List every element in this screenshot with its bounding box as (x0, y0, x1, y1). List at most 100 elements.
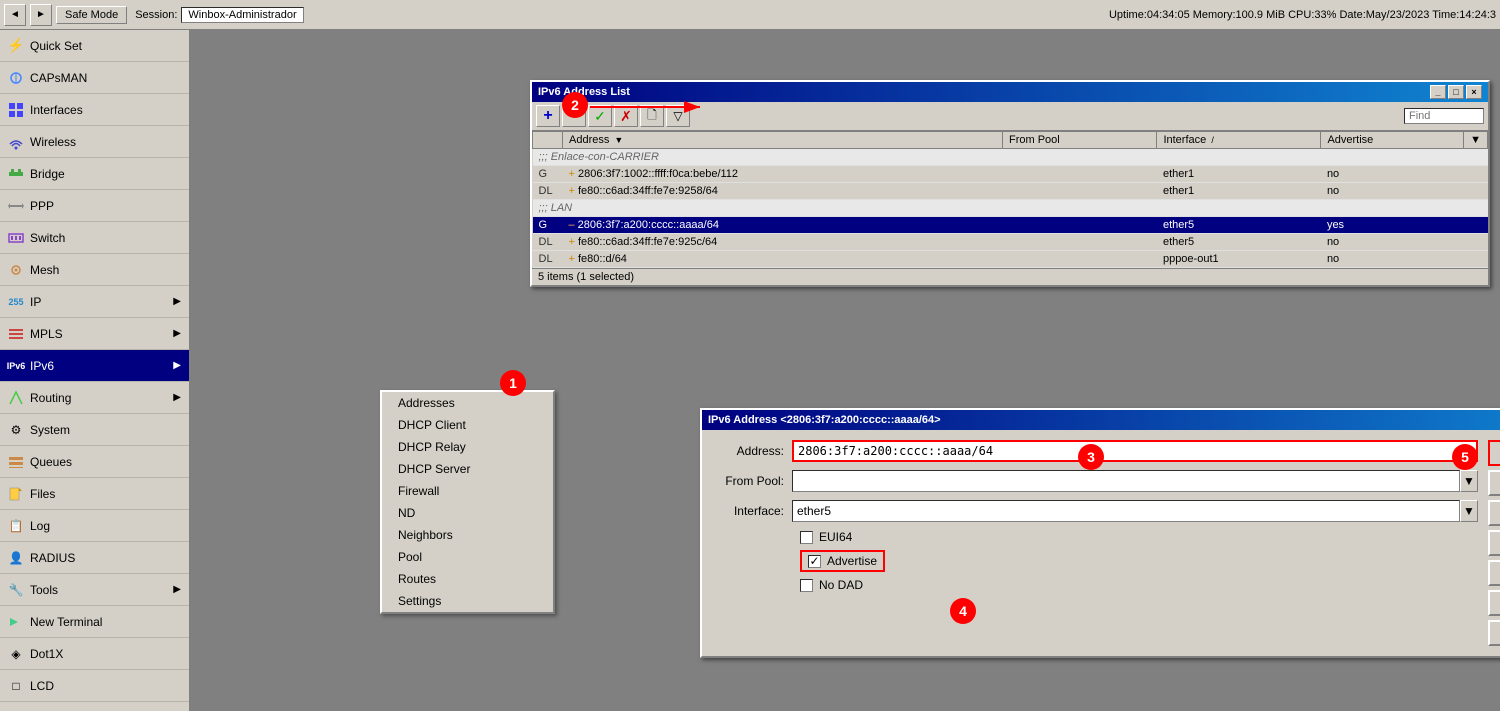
mpls-icon (8, 326, 24, 342)
disable-button[interactable]: ✗ (614, 105, 638, 127)
no-dad-row: No DAD (800, 578, 1478, 592)
sidebar-item-ipv6[interactable]: IPv6 IPv6 ▶ (0, 350, 189, 382)
table-row[interactable]: G – 2806:3f7:a200:cccc::aaaa/64 ether5 y… (533, 217, 1488, 234)
sidebar-item-system[interactable]: ⚙ System (0, 414, 189, 446)
top-bar: ◄ ► Safe Mode Session: Winbox-Administra… (0, 0, 1500, 30)
sidebar-item-capsman[interactable]: CAPsMAN (0, 62, 189, 94)
sidebar-label-ipv6: IPv6 (30, 359, 54, 373)
menu-item-dhcp-server[interactable]: DHCP Server (382, 458, 553, 480)
menu-item-settings[interactable]: Settings (382, 590, 553, 612)
ipv6-arrow-icon: ▶ (173, 360, 181, 371)
row-from-pool (1002, 251, 1156, 268)
sidebar-item-interfaces[interactable]: Interfaces (0, 94, 189, 126)
quick-set-icon: ⚡ (8, 38, 24, 54)
cancel-button[interactable]: Cancel (1488, 470, 1500, 496)
table-row[interactable]: DL + fe80::c6ad:34ff:fe7e:9258/64 ether1… (533, 183, 1488, 200)
sidebar-item-new-terminal[interactable]: New Terminal (0, 606, 189, 638)
col-advertise[interactable]: Advertise (1321, 132, 1464, 149)
interface-input[interactable] (792, 500, 1460, 522)
col-dropdown[interactable]: ▼ (1464, 132, 1488, 149)
ipv6-list-minimize-button[interactable]: _ (1430, 85, 1446, 99)
from-pool-input[interactable] (792, 470, 1460, 492)
table-row: ;;; Enlace-con-CARRIER (533, 149, 1488, 166)
from-pool-dropdown-button[interactable]: ▼ (1460, 470, 1478, 492)
col-interface[interactable]: Interface / (1157, 132, 1321, 149)
col-from-pool[interactable]: From Pool (1002, 132, 1156, 149)
address-label: Address: (712, 444, 792, 458)
back-button[interactable]: ◄ (4, 4, 26, 26)
ipv6-list-maximize-button[interactable]: □ (1448, 85, 1464, 99)
copy-button[interactable]: Copy (1488, 590, 1500, 616)
no-dad-label: No DAD (819, 578, 863, 592)
sidebar-item-radius[interactable]: 👤 RADIUS (0, 542, 189, 574)
menu-item-dhcp-relay[interactable]: DHCP Relay (382, 436, 553, 458)
menu-item-addresses[interactable]: Addresses (382, 392, 553, 414)
add-button[interactable]: + (536, 105, 560, 127)
disable-button[interactable]: Disable (1488, 530, 1500, 556)
menu-item-firewall[interactable]: Firewall (382, 480, 553, 502)
table-row[interactable]: G + 2806:3f7:1002::ffff:f0ca:bebe/112 et… (533, 166, 1488, 183)
sidebar-item-switch[interactable]: Switch (0, 222, 189, 254)
sidebar-item-routing[interactable]: Routing ▶ (0, 382, 189, 414)
from-pool-row: From Pool: ▼ (712, 470, 1478, 492)
sidebar-item-queues[interactable]: Queues (0, 446, 189, 478)
sidebar-item-wireless[interactable]: Wireless (0, 126, 189, 158)
sidebar-label-files: Files (30, 487, 55, 501)
table-row[interactable]: DL + fe80::d/64 pppoe-out1 no (533, 251, 1488, 268)
sidebar-item-ip[interactable]: 255 IP ▶ (0, 286, 189, 318)
row-interface: ether1 (1157, 183, 1321, 200)
row-advertise: no (1321, 251, 1464, 268)
forward-button[interactable]: ► (30, 4, 52, 26)
row-from-pool (1002, 217, 1156, 234)
ipv6-list-close-button[interactable]: × (1466, 85, 1482, 99)
comment-button[interactable]: Comment (1488, 560, 1500, 586)
menu-item-pool[interactable]: Pool (382, 546, 553, 568)
filter-button[interactable]: ▽ (666, 105, 690, 127)
radius-icon: 👤 (8, 550, 24, 566)
badge-5: 5 (1452, 444, 1478, 470)
ipv6-list-table: Address ▼ From Pool Interface / Advertis… (532, 131, 1488, 268)
sidebar-item-files[interactable]: Files (0, 478, 189, 510)
col-flag[interactable] (533, 132, 563, 149)
routing-icon (8, 390, 24, 406)
tools-icon: 🔧 (8, 582, 24, 598)
remove-button[interactable]: Remove (1488, 620, 1500, 646)
row-address: – 2806:3f7:a200:cccc::aaaa/64 (563, 217, 1003, 234)
sidebar-label-switch: Switch (30, 231, 65, 245)
sidebar-item-mpls[interactable]: MPLS ▶ (0, 318, 189, 350)
sidebar-item-dot1x[interactable]: ◈ Dot1X (0, 638, 189, 670)
sidebar-item-bridge[interactable]: Bridge (0, 158, 189, 190)
menu-item-nd[interactable]: ND (382, 502, 553, 524)
eui64-checkbox[interactable] (800, 531, 813, 544)
find-input[interactable] (1404, 108, 1484, 124)
menu-item-neighbors[interactable]: Neighbors (382, 524, 553, 546)
mesh-icon (8, 262, 24, 278)
no-dad-checkbox[interactable] (800, 579, 813, 592)
row-extra (1464, 234, 1488, 251)
col-address[interactable]: Address ▼ (563, 132, 1003, 149)
sidebar-item-quick-set[interactable]: ⚡ Quick Set (0, 30, 189, 62)
sidebar-label-log: Log (30, 519, 50, 533)
sidebar-item-ppp[interactable]: PPP (0, 190, 189, 222)
sidebar-item-tools[interactable]: 🔧 Tools ▶ (0, 574, 189, 606)
copy-button[interactable]: 🗋 (640, 105, 664, 127)
advertise-checkbox[interactable]: ✓ (808, 555, 821, 568)
sidebar-item-mesh[interactable]: Mesh (0, 254, 189, 286)
menu-item-routes[interactable]: Routes (382, 568, 553, 590)
ppp-icon (8, 198, 24, 214)
safe-mode-button[interactable]: Safe Mode (56, 6, 127, 24)
interface-dropdown-button[interactable]: ▼ (1460, 500, 1478, 522)
sidebar-item-lcd[interactable]: □ LCD (0, 670, 189, 702)
row-advertise: yes (1321, 217, 1464, 234)
apply-button[interactable]: Apply (1488, 500, 1500, 526)
address-input[interactable] (792, 440, 1478, 462)
badge-3: 3 (1078, 444, 1104, 470)
sidebar-label-system: System (30, 423, 70, 437)
menu-item-dhcp-client[interactable]: DHCP Client (382, 414, 553, 436)
sidebar-item-log[interactable]: 📋 Log (0, 510, 189, 542)
wireless-icon (8, 134, 24, 150)
table-row[interactable]: DL + fe80::c6ad:34ff:fe7e:925c/64 ether5… (533, 234, 1488, 251)
ok-button[interactable]: OK (1488, 440, 1500, 466)
enable-button[interactable]: ✓ (588, 105, 612, 127)
session-label: Session: (135, 9, 177, 21)
